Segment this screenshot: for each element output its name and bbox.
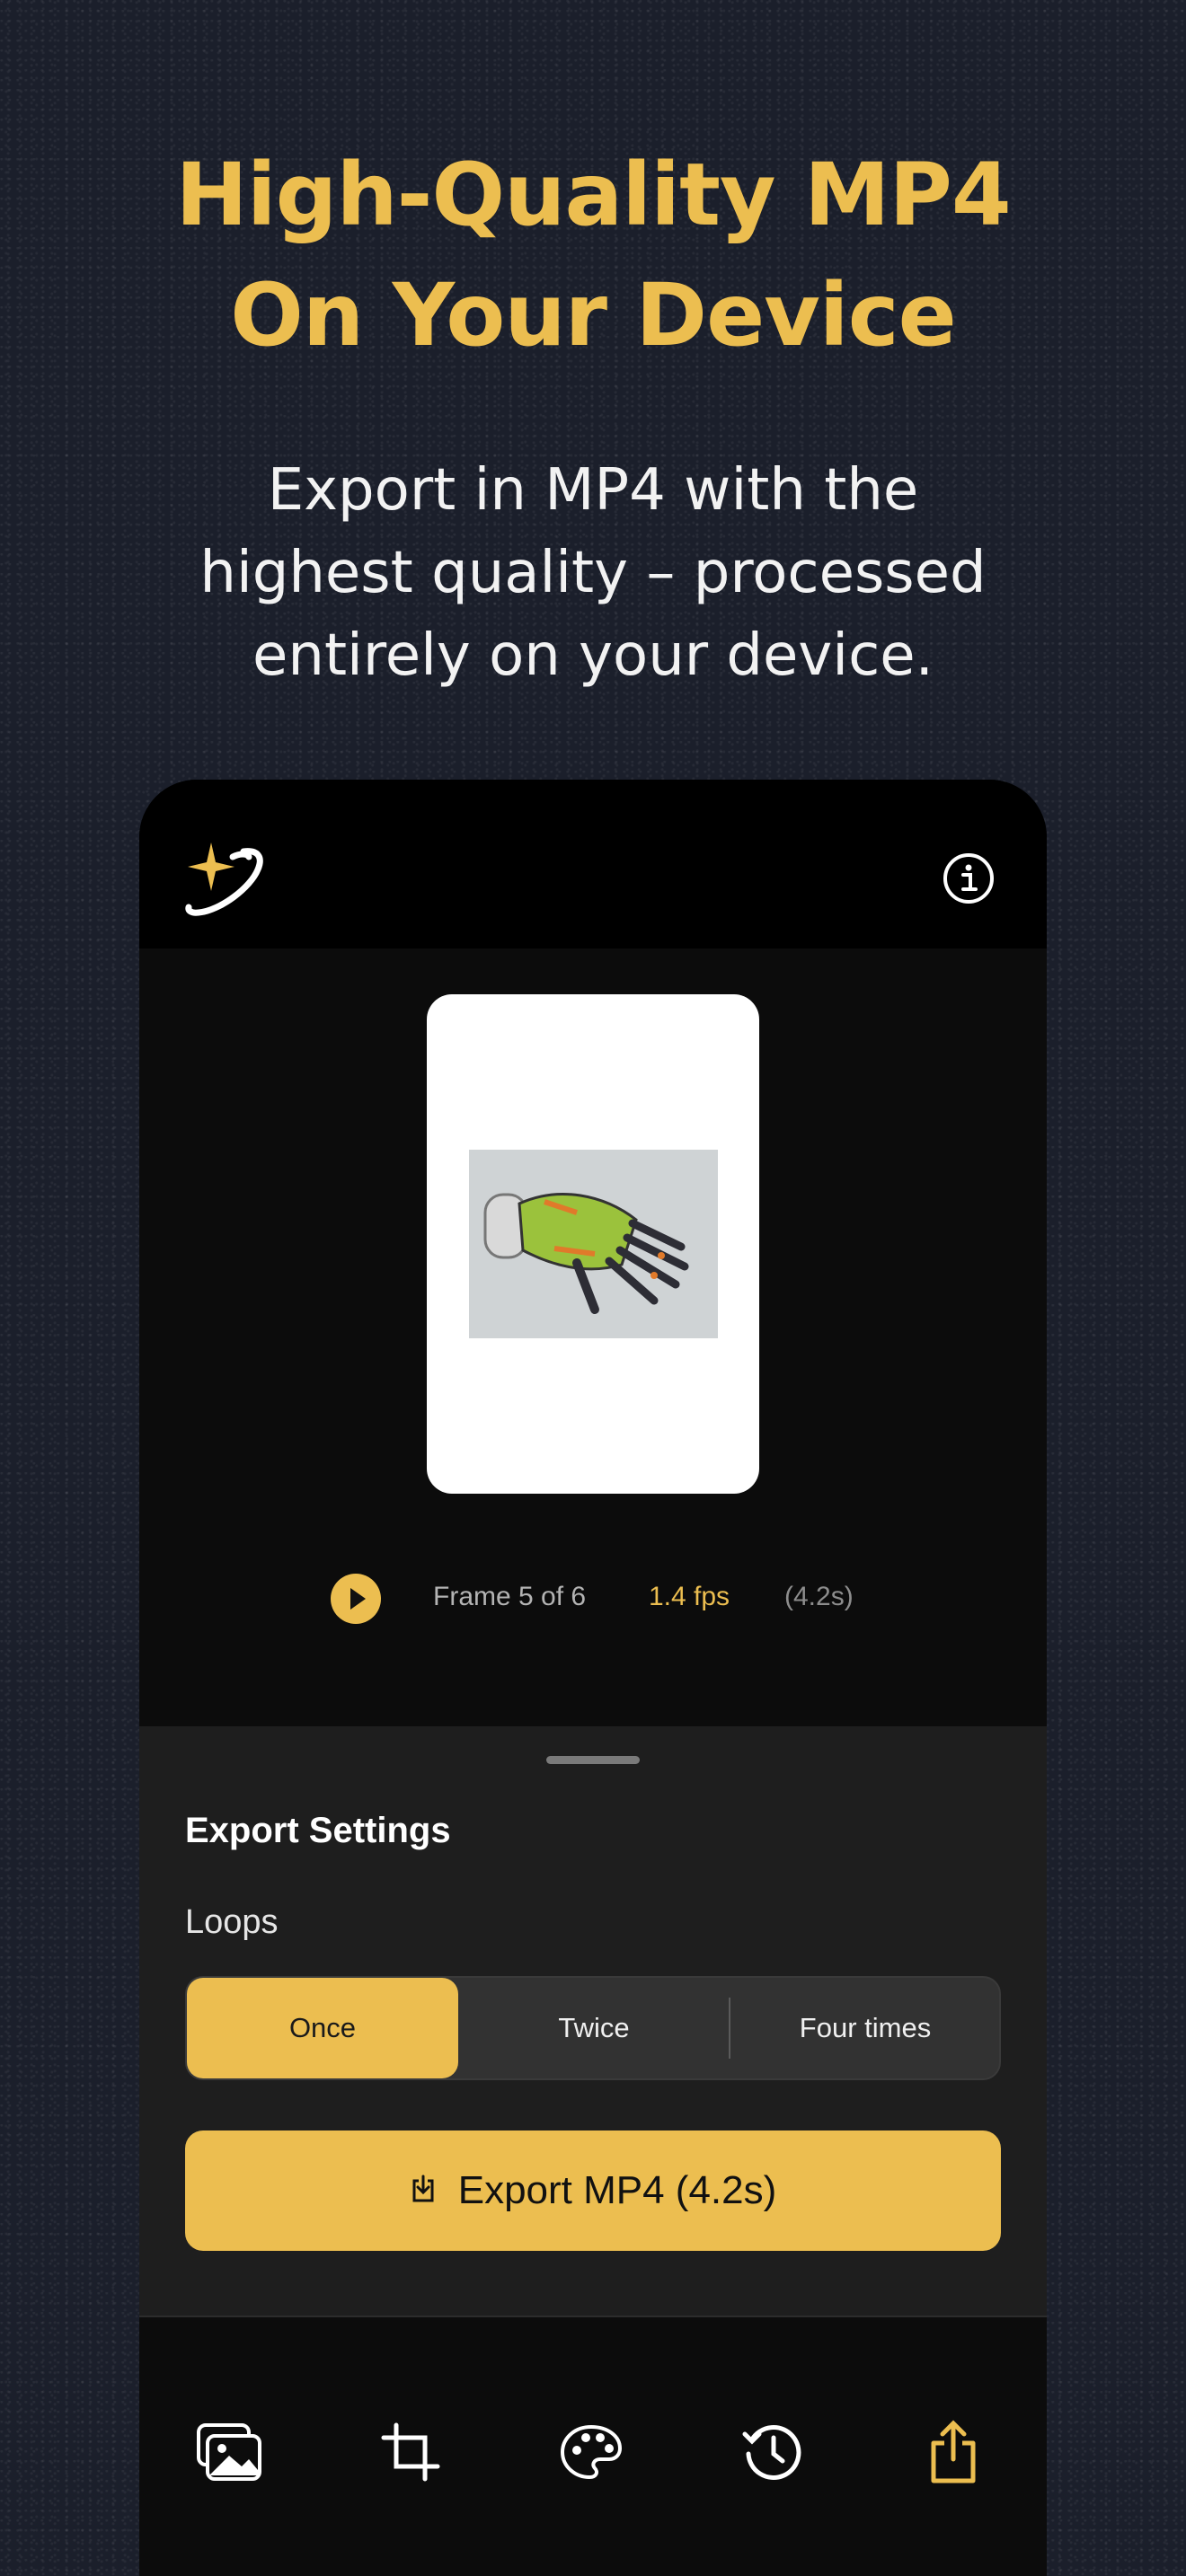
loops-option-four-times[interactable]: Four times [730,1978,1001,2078]
play-icon[interactable] [330,1573,382,1625]
share-icon[interactable] [917,2416,989,2488]
photos-icon[interactable] [193,2416,265,2488]
subline-line-1: Export in MP4 with the [267,457,919,524]
robotic-hand-image [469,1150,718,1338]
palette-icon[interactable] [555,2416,627,2488]
loops-option-twice[interactable]: Twice [458,1978,730,2078]
subline-line-3: entirely on your device. [252,622,934,689]
bottom-toolbar [139,2316,1047,2576]
fps-value: 1.4 fps [649,1582,730,1611]
phone-frame: Frame 5 of 6 1.4 fps (4.2s) Export Setti… [139,780,1047,2576]
loops-segmented-control: Once Twice Four times [185,1976,1001,2080]
subline-line-2: highest quality – processed [199,540,987,606]
sparkle-orbit-icon [181,837,263,920]
export-mp4-button[interactable]: Export MP4 (4.2s) [185,2130,1001,2251]
headline-line-2: On Your Device [230,265,956,366]
marketing-headline: High-Quality MP4 On Your Device [0,135,1186,375]
export-mp4-label: Export MP4 (4.2s) [457,2168,777,2212]
playback-bar: Frame 5 of 6 1.4 fps (4.2s) [139,1573,1047,1627]
loops-label: Loops [185,1903,279,1941]
app-header [139,780,1047,948]
sheet-title: Export Settings [185,1811,451,1850]
crop-icon[interactable] [375,2416,447,2488]
loops-option-once[interactable]: Once [187,1978,458,2078]
export-settings-sheet: Export Settings Loops Once Twice Four ti… [139,1726,1047,2319]
preview-area: Frame 5 of 6 1.4 fps (4.2s) [139,948,1047,1726]
history-icon[interactable] [736,2416,808,2488]
marketing-subline: Export in MP4 with the highest quality –… [0,449,1186,697]
sheet-grabber[interactable] [546,1756,640,1764]
download-tray-icon [410,2174,437,2208]
frame-counter: Frame 5 of 6 [433,1582,587,1611]
info-icon[interactable] [942,851,996,905]
headline-line-1: High-Quality MP4 [175,145,1011,245]
duration-value: (4.2s) [784,1582,854,1611]
preview-card [427,994,759,1494]
